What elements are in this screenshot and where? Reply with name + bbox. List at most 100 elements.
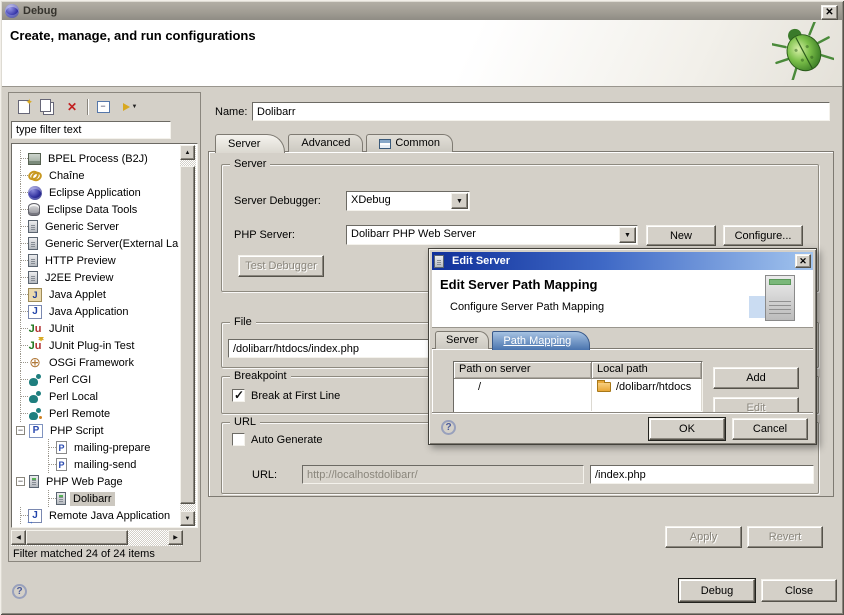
add-mapping-button[interactable]: Add — [713, 367, 799, 389]
osgi-icon: ⊕ — [28, 356, 42, 370]
tree-guide — [14, 337, 28, 354]
window-title: Debug — [23, 5, 57, 17]
test-debugger-button[interactable]: Test Debugger — [238, 255, 324, 277]
debug-button[interactable]: Debug — [679, 579, 755, 602]
breakpoint-group-legend: Breakpoint — [230, 370, 291, 382]
chevron-down-icon[interactable]: ▼ — [619, 227, 636, 243]
filter-input[interactable] — [11, 121, 171, 139]
tree-item-generic-server[interactable]: Generic Server — [12, 218, 180, 235]
mapping-table-head: Path on serverLocal path — [454, 362, 702, 379]
edit-server-body: Path on serverLocal path //dolibarr/htdo… — [432, 348, 813, 412]
edit-server-help-icon[interactable] — [441, 420, 456, 435]
edit-server-tabs: ServerPath Mapping — [435, 330, 593, 349]
tree-item-perl-local[interactable]: Perl Local — [12, 388, 180, 405]
tree-item-http-preview[interactable]: HTTP Preview — [12, 252, 180, 269]
tab-advanced[interactable]: Advanced — [288, 134, 363, 152]
tree-item-eclipse-data-tools[interactable]: Eclipse Data Tools — [12, 201, 180, 218]
server-icon — [28, 220, 38, 233]
tree-item-cha-ne[interactable]: Chaîne — [12, 167, 180, 184]
tab-server[interactable]: Server — [435, 331, 489, 349]
tree-item-label: Perl Remote — [46, 407, 113, 421]
camel-icon — [28, 390, 42, 404]
close-window-button[interactable]: ✕ — [821, 5, 838, 20]
collapse-expander-icon[interactable]: − — [16, 426, 25, 435]
camel-remote-icon — [28, 407, 42, 421]
collapse-all-icon[interactable] — [94, 99, 112, 115]
name-input[interactable] — [252, 102, 830, 121]
url-base-input[interactable] — [302, 465, 584, 484]
tree-item-label: HTTP Preview — [42, 254, 119, 268]
php-server-select[interactable]: Dolibarr PHP Web Server ▼ — [346, 225, 638, 245]
tree-item-dolibarr[interactable]: Dolibarr — [12, 490, 180, 507]
scroll-right-icon[interactable]: ▶ — [168, 530, 183, 545]
server-debugger-select[interactable]: XDebug ▼ — [346, 191, 470, 211]
debug-bug-icon — [772, 22, 834, 83]
tree-guide — [14, 286, 28, 303]
tree-item-junit-plug-in-test[interactable]: JuJUnit Plug-in Test — [12, 337, 180, 354]
scroll-up-icon[interactable]: ▲ — [180, 145, 195, 160]
tree-item-j2ee-preview[interactable]: J2EE Preview — [12, 269, 180, 286]
scroll-left-icon[interactable]: ◀ — [11, 530, 26, 545]
new-server-button[interactable]: New — [646, 225, 716, 246]
server-php-icon — [29, 475, 39, 488]
duplicate-config-icon[interactable] — [39, 99, 57, 115]
chevron-down-icon[interactable]: ▼ — [451, 193, 468, 209]
vertical-scrollbar[interactable]: ▲ ▼ — [180, 145, 196, 526]
ok-button[interactable]: OK — [649, 418, 725, 440]
close-button[interactable]: Close — [761, 579, 837, 602]
tree-item-label: OSGi Framework — [46, 356, 137, 370]
horizontal-scroll-thumb[interactable] — [26, 530, 128, 545]
tree-item-bpel-process-b2j-[interactable]: BPEL Process (B2J) — [12, 150, 180, 167]
title-bar[interactable]: Debug ✕ — [2, 2, 842, 20]
edit-server-title-bar[interactable]: Edit Server — [432, 252, 813, 270]
tree-item-java-application[interactable]: J Java Application — [12, 303, 180, 320]
mapping-row[interactable]: //dolibarr/htdocs — [454, 379, 702, 395]
tree-item-junit[interactable]: JuJUnit — [12, 320, 180, 337]
tree-guide — [14, 252, 28, 269]
tree-item-remote-java-application[interactable]: JRemote Java Application — [12, 507, 180, 524]
break-first-line-checkbox[interactable] — [232, 389, 245, 402]
tab-path-mapping[interactable]: Path Mapping — [492, 331, 590, 350]
configurations-toolbar — [11, 95, 198, 119]
tree-item-mailing-send[interactable]: Pmailing-send — [12, 456, 180, 473]
tree-item-label: JUnit Plug-in Test — [46, 339, 137, 353]
column-header-local-path[interactable]: Local path — [592, 362, 702, 379]
tree-item-php-web-page[interactable]: −PHP Web Page — [12, 473, 180, 490]
cancel-button[interactable]: Cancel — [732, 418, 808, 440]
tree-item-generic-server-external-la[interactable]: Generic Server(External La — [12, 235, 180, 252]
tree-item-mailing-prepare[interactable]: Pmailing-prepare — [12, 439, 180, 456]
edit-server-close-button[interactable]: ✕ — [795, 254, 811, 268]
tree-guide — [14, 405, 28, 422]
filter-menu-icon[interactable] — [118, 99, 142, 115]
tree-item-eclipse-application[interactable]: Eclipse Application — [12, 184, 180, 201]
tree-item-label: PHP Script — [47, 424, 107, 438]
tree-item-label: Java Application — [46, 305, 132, 319]
delete-config-icon[interactable] — [63, 99, 81, 115]
new-config-icon[interactable] — [15, 99, 33, 115]
tree-item-php-script[interactable]: −PPHP Script — [12, 422, 180, 439]
collapse-expander-icon[interactable]: − — [16, 477, 25, 486]
java-icon: J — [28, 305, 42, 319]
tab-server[interactable]: Server — [215, 134, 285, 153]
url-path-input[interactable] — [590, 465, 814, 484]
tree-item-java-applet[interactable]: JJava Applet — [12, 286, 180, 303]
configure-server-button[interactable]: Configure... — [723, 225, 803, 246]
tree-item-perl-remote[interactable]: Perl Remote — [12, 405, 180, 422]
tree-item-perl-cgi[interactable]: Perl CGI — [12, 371, 180, 388]
auto-generate-checkbox[interactable] — [232, 433, 245, 446]
configurations-panel: BPEL Process (B2J)Chaîne Eclipse Applicat… — [8, 92, 201, 562]
tree-item-label: Eclipse Application — [46, 186, 144, 200]
tree-item-osgi-framework[interactable]: ⊕ OSGi Framework — [12, 354, 180, 371]
config-tabs: ServerAdvancedCommon — [215, 133, 456, 152]
edit-mapping-button[interactable]: Edit — [713, 397, 799, 412]
tab-common[interactable]: Common — [366, 134, 453, 152]
scroll-down-icon[interactable]: ▼ — [180, 511, 195, 526]
apply-button[interactable]: Apply — [665, 526, 742, 548]
help-icon[interactable] — [12, 584, 27, 599]
server-php-icon — [56, 492, 66, 505]
tree-item-label: Generic Server — [42, 220, 122, 234]
column-header-path-on-server[interactable]: Path on server — [454, 362, 592, 379]
horizontal-scrollbar[interactable]: ◀ ▶ — [11, 530, 183, 546]
revert-button[interactable]: Revert — [747, 526, 823, 548]
vertical-scroll-thumb[interactable] — [180, 166, 195, 504]
